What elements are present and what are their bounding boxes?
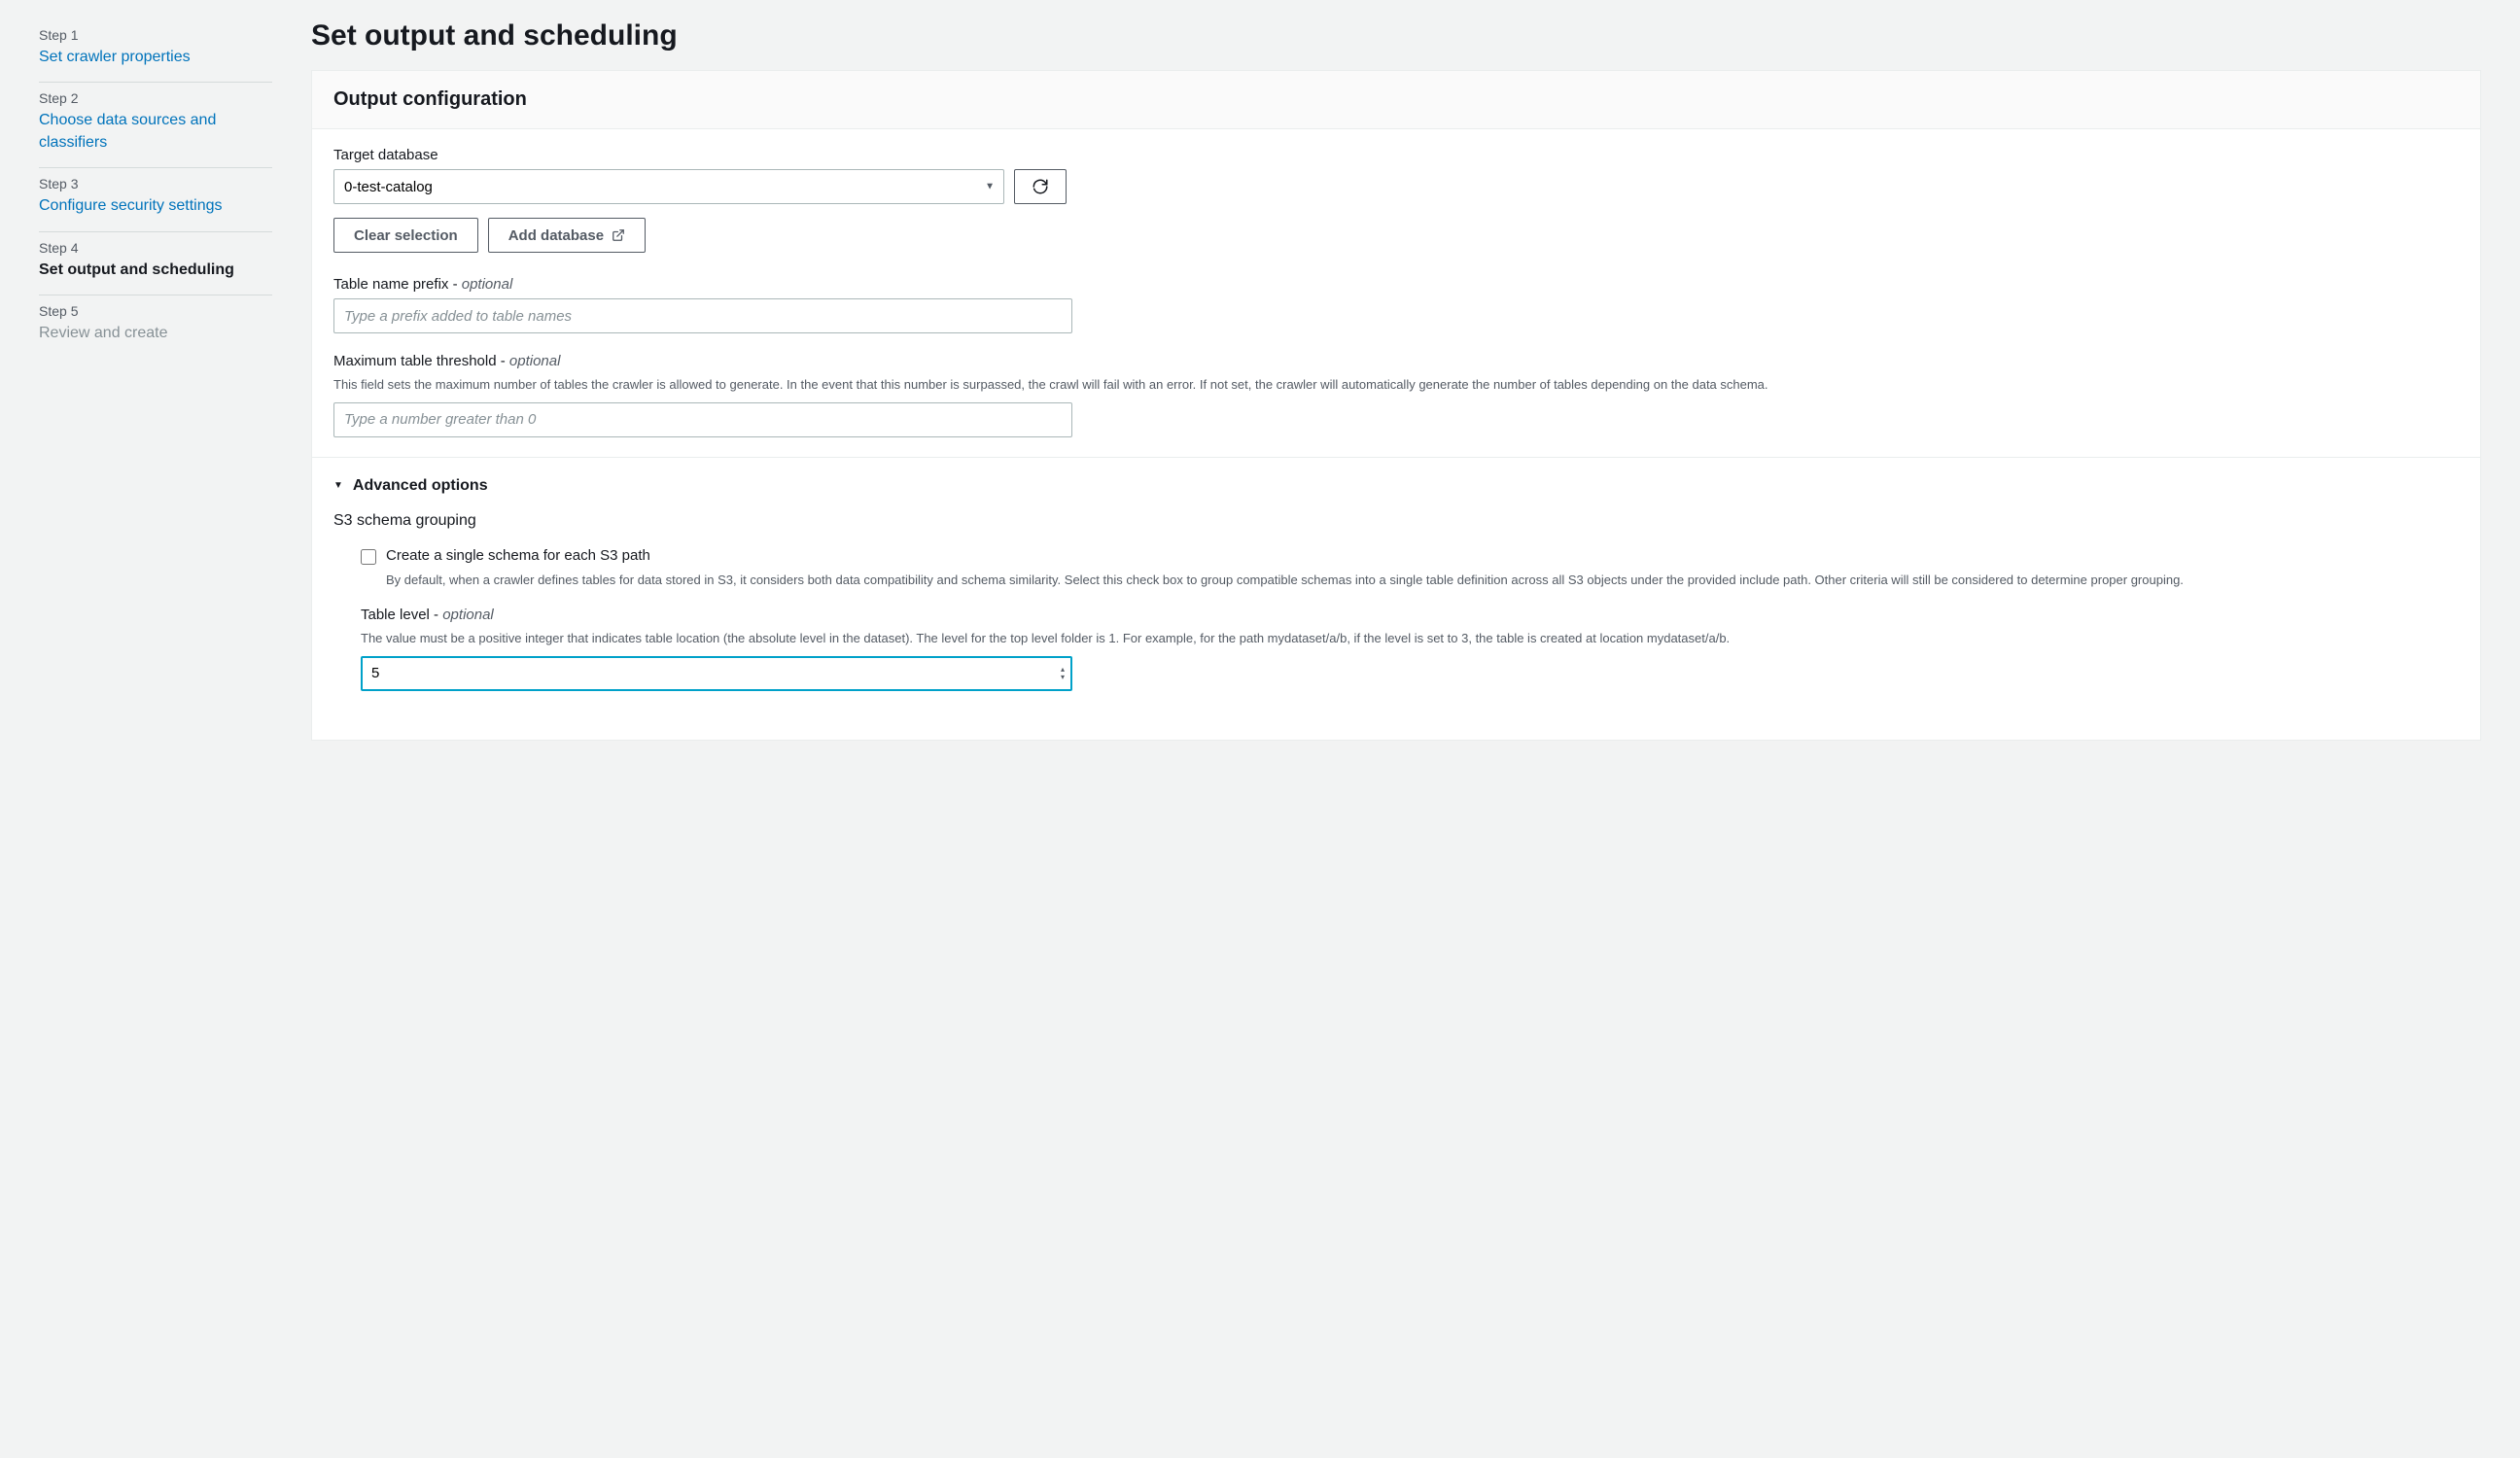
advanced-options-toggle[interactable]: ▼ Advanced options bbox=[333, 477, 2459, 495]
target-database-select[interactable]: 0-test-catalog bbox=[333, 169, 1004, 204]
clear-selection-button[interactable]: Clear selection bbox=[333, 218, 478, 253]
step-title[interactable]: Configure security settings bbox=[39, 195, 272, 217]
table-level-input[interactable] bbox=[361, 656, 1072, 691]
wizard-sidebar: Step 1 Set crawler properties Step 2 Cho… bbox=[0, 0, 311, 1458]
max-threshold-input[interactable] bbox=[333, 402, 1072, 437]
wizard-step-3[interactable]: Step 3 Configure security settings bbox=[39, 168, 272, 231]
step-label: Step 4 bbox=[39, 240, 272, 256]
panel-header: Output configuration bbox=[312, 71, 2480, 129]
single-schema-label[interactable]: Create a single schema for each S3 path bbox=[386, 547, 650, 564]
add-database-button[interactable]: Add database bbox=[488, 218, 646, 253]
single-schema-checkbox[interactable] bbox=[361, 549, 376, 565]
refresh-button[interactable] bbox=[1014, 169, 1067, 204]
wizard-step-2[interactable]: Step 2 Choose data sources and classifie… bbox=[39, 83, 272, 168]
wizard-step-5: Step 5 Review and create bbox=[39, 295, 272, 358]
single-schema-help: By default, when a crawler defines table… bbox=[361, 571, 2459, 590]
step-label: Step 3 bbox=[39, 176, 272, 191]
add-database-label: Add database bbox=[508, 227, 604, 244]
step-title: Set output and scheduling bbox=[39, 260, 272, 281]
table-level-label: Table level - optional bbox=[361, 607, 2459, 623]
step-title: Review and create bbox=[39, 323, 272, 344]
advanced-options-label: Advanced options bbox=[353, 477, 488, 495]
table-level-help: The value must be a positive integer tha… bbox=[361, 629, 2459, 648]
step-title[interactable]: Set crawler properties bbox=[39, 47, 272, 68]
panel-header-title: Output configuration bbox=[333, 88, 2459, 111]
step-label: Step 5 bbox=[39, 303, 272, 319]
table-prefix-label: Table name prefix - optional bbox=[333, 276, 2459, 293]
output-configuration-panel: Output configuration Target database 0-t… bbox=[311, 70, 2481, 741]
target-database-label: Target database bbox=[333, 147, 2459, 163]
external-link-icon bbox=[612, 228, 625, 242]
caret-down-icon: ▼ bbox=[333, 480, 343, 491]
max-threshold-help: This field sets the maximum number of ta… bbox=[333, 375, 2459, 395]
main-content: Set output and scheduling Output configu… bbox=[311, 0, 2520, 1458]
refresh-icon bbox=[1032, 178, 1049, 195]
page-title: Set output and scheduling bbox=[311, 19, 2481, 52]
wizard-step-4: Step 4 Set output and scheduling bbox=[39, 232, 272, 295]
step-label: Step 2 bbox=[39, 90, 272, 106]
s3-schema-grouping-title: S3 schema grouping bbox=[333, 512, 2459, 530]
max-threshold-label: Maximum table threshold - optional bbox=[333, 353, 2459, 369]
divider bbox=[312, 457, 2480, 458]
table-prefix-input[interactable] bbox=[333, 298, 1072, 333]
step-title[interactable]: Choose data sources and classifiers bbox=[39, 110, 272, 154]
wizard-step-1[interactable]: Step 1 Set crawler properties bbox=[39, 19, 272, 83]
step-label: Step 1 bbox=[39, 27, 272, 43]
